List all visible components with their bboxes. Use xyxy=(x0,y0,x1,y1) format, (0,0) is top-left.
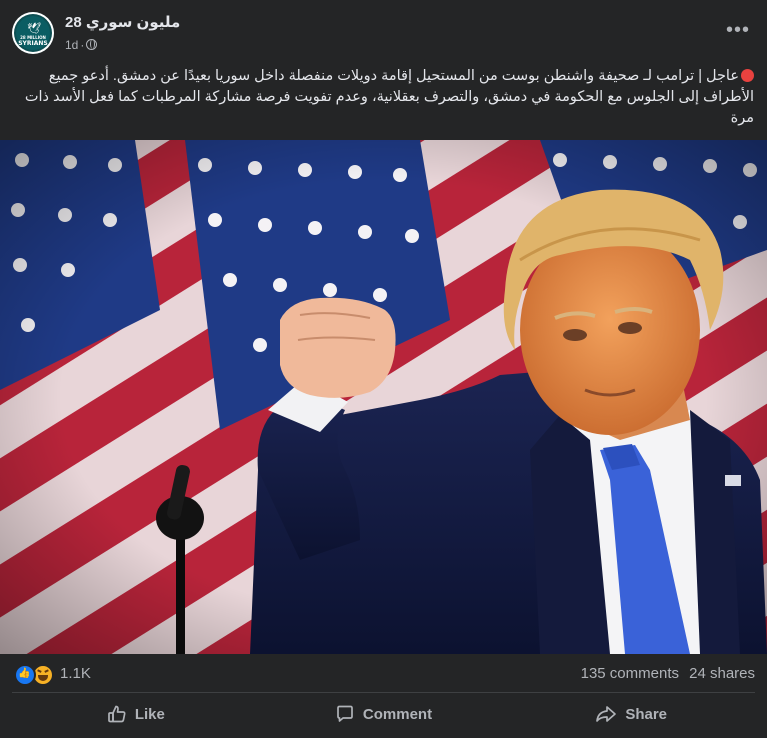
globe-icon[interactable] xyxy=(86,39,98,50)
post-time[interactable]: 1d xyxy=(65,38,78,52)
like-label: Like xyxy=(134,705,165,723)
avatar-logo: 🕊 28 MILLION SYRIANS xyxy=(16,16,50,50)
dove-icon: 🕊 xyxy=(27,23,41,35)
post-text: عاجل | ترامب لـ صحيفة واشنطن بوست من الم… xyxy=(20,66,754,129)
like-reaction-icon[interactable] xyxy=(14,664,36,686)
share-button[interactable]: Share xyxy=(507,694,755,734)
red-circle-icon xyxy=(741,69,754,82)
post-header: 🕊 28 MILLION SYRIANS مليون سوري 28 1d · •… xyxy=(0,0,767,64)
comment-button[interactable]: Comment xyxy=(260,694,508,734)
reaction-count[interactable]: 1.1K xyxy=(60,665,91,682)
meta-separator: · xyxy=(80,38,85,52)
comment-label: Comment xyxy=(362,705,433,723)
like-button[interactable]: Like xyxy=(12,694,260,734)
shares-count-link[interactable]: 24 shares xyxy=(689,665,755,682)
haha-mouth xyxy=(38,675,48,681)
actions-divider xyxy=(12,692,755,693)
page-avatar[interactable]: 🕊 28 MILLION SYRIANS xyxy=(12,12,54,54)
comments-count-link[interactable]: 135 comments xyxy=(581,665,679,682)
reactions-summary: 1.1K 135 comments 24 shares xyxy=(0,654,767,692)
post-meta: 1d · xyxy=(65,38,98,52)
photo-illustration xyxy=(0,140,767,654)
like-icon xyxy=(107,705,126,723)
avatar-text-bottom: SYRIANS xyxy=(18,40,48,47)
haha-eyes xyxy=(37,670,49,674)
share-label: Share xyxy=(625,705,668,723)
comment-icon xyxy=(337,705,353,722)
post-body: عاجل | ترامب لـ صحيفة واشنطن بوست من الم… xyxy=(24,68,754,126)
share-icon xyxy=(596,706,617,722)
more-options-button[interactable]: ••• xyxy=(723,20,753,44)
post-actions: Like Comment Share xyxy=(12,694,755,734)
post-photo[interactable] xyxy=(0,140,767,654)
facebook-post: 🕊 28 MILLION SYRIANS مليون سوري 28 1d · •… xyxy=(0,0,767,738)
page-name-link[interactable]: مليون سوري 28 xyxy=(65,13,180,31)
